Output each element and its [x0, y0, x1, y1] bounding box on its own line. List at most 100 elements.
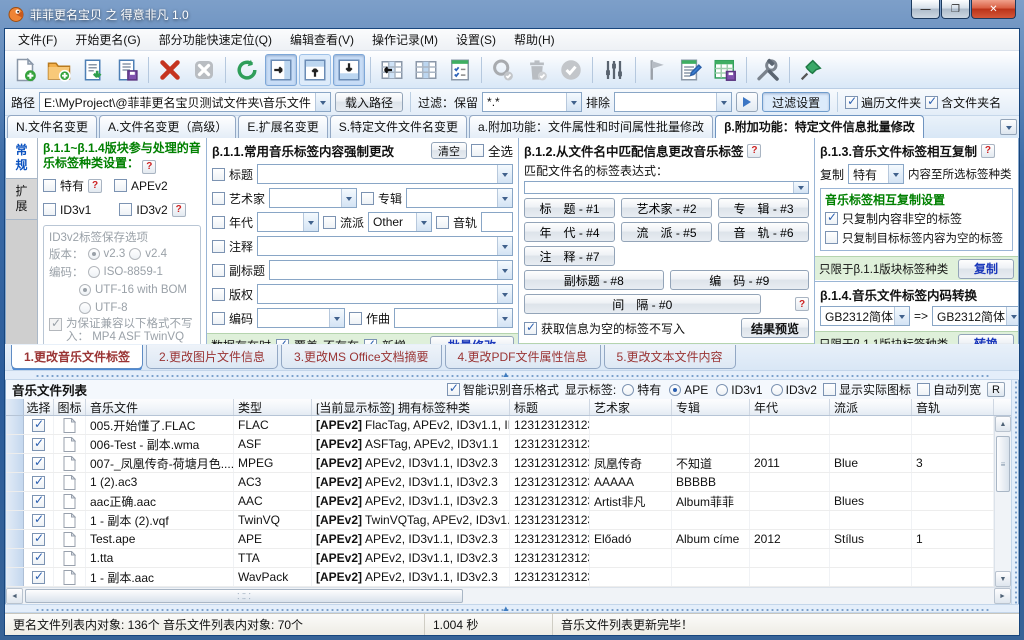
chevron-down-icon[interactable]	[497, 165, 512, 183]
flag-button[interactable]	[641, 54, 673, 86]
chevron-down-icon[interactable]	[416, 213, 431, 231]
table-save-button[interactable]	[709, 54, 741, 86]
exclude-filter-value[interactable]	[615, 93, 716, 111]
show-tag-radio-2[interactable]	[716, 384, 728, 396]
row-check-cell[interactable]	[24, 435, 54, 453]
main-tab-4[interactable]: a.附加功能：文件属性和时间属性批量修改	[469, 115, 713, 138]
b12-preview-button[interactable]: 结果预览	[741, 318, 809, 338]
row-checkbox[interactable]	[32, 571, 45, 584]
show-tag-option-3[interactable]: ID3v2	[771, 383, 817, 397]
encoding-utf8-radio[interactable]	[79, 302, 91, 314]
chevron-down-icon[interactable]	[497, 285, 512, 303]
b12-tag-button-7[interactable]: 副标题 - #8	[524, 270, 664, 290]
main-tab-3[interactable]: S.特定文件文件名变更	[330, 115, 467, 138]
chevron-down-icon[interactable]	[497, 237, 512, 255]
sub-tab-3[interactable]: 4.更改PDF文件属性信息	[445, 345, 601, 369]
row-checkbox[interactable]	[32, 514, 45, 527]
b12-tag-button-4[interactable]: 流 派 - #5	[621, 222, 712, 242]
panel-right-button[interactable]	[265, 54, 297, 86]
b11-year-value[interactable]	[258, 213, 303, 231]
row-checkbox[interactable]	[32, 438, 45, 451]
columns-move-left-button[interactable]	[376, 54, 408, 86]
tools-button[interactable]	[752, 54, 784, 86]
b13-source-combo[interactable]: 特有	[848, 164, 904, 184]
kind-proprietary-checkbox[interactable]	[43, 179, 56, 192]
b11-track-input[interactable]	[481, 212, 513, 232]
show-tag-option-0[interactable]: 特有	[622, 381, 661, 398]
tab-overflow-button[interactable]	[1000, 119, 1017, 135]
column-header-4[interactable]: [当前显示标签] 拥有标签种类	[312, 399, 510, 415]
b12-help-icon[interactable]	[795, 297, 809, 311]
vertical-splitter[interactable]	[1011, 380, 1019, 604]
horizontal-splitter-top[interactable]	[5, 370, 1019, 380]
row-checkbox[interactable]	[32, 533, 45, 546]
chevron-down-icon[interactable]	[894, 307, 909, 325]
show-tag-option-2[interactable]: ID3v1	[716, 383, 762, 397]
column-header-8[interactable]: 年代	[750, 399, 830, 415]
table-row-5[interactable]: 1 - 副本 (2).vqfTwinVQ[APEv2]TwinVQTag, AP…	[6, 511, 994, 530]
b11-album-value[interactable]	[407, 189, 497, 207]
b11-encoder-checkbox[interactable]	[212, 312, 225, 325]
b11-year-checkbox[interactable]	[212, 216, 225, 229]
row-selector[interactable]	[6, 435, 24, 453]
b13-opt2-checkbox[interactable]	[825, 231, 838, 244]
row-check-cell[interactable]	[24, 568, 54, 586]
chevron-down-icon[interactable]	[716, 93, 731, 111]
scroll-right-button[interactable]: ►	[994, 588, 1011, 604]
b11-artist-combo[interactable]	[269, 188, 357, 208]
b13-opt1-checkbox[interactable]	[825, 212, 838, 225]
pin-button[interactable]	[795, 54, 827, 86]
b12-expression-combo[interactable]	[524, 181, 809, 194]
main-tab-2[interactable]: E.扩展名变更	[238, 115, 327, 138]
b11-track-checkbox[interactable]	[436, 216, 449, 229]
b11-artist-checkbox[interactable]	[212, 192, 225, 205]
filter-sliders-button[interactable]	[598, 54, 630, 86]
column-header-10[interactable]: 音轨	[912, 399, 994, 415]
table-row-2[interactable]: 007-_凤凰传奇-荷塘月色....MPEG[APEv2]APEv2, ID3v…	[6, 454, 994, 473]
help-icon[interactable]	[747, 144, 761, 158]
version-v23-radio[interactable]	[88, 248, 100, 260]
row-checkbox[interactable]	[32, 495, 45, 508]
b11-track-value[interactable]	[482, 213, 512, 231]
real-icons-checkbox[interactable]	[823, 383, 836, 396]
chevron-down-icon[interactable]	[303, 213, 318, 231]
real-icons-option[interactable]: 显示实际图标	[823, 381, 911, 398]
main-tab-0[interactable]: N.文件名变更	[7, 115, 97, 138]
column-header-0[interactable]: 选择	[24, 399, 54, 415]
table-row-8[interactable]: 1 - 副本.aacWavPack[APEv2]APEv2, ID3v1.1, …	[6, 568, 994, 587]
menu-item-1[interactable]: 开始更名(G)	[66, 29, 149, 50]
row-selector[interactable]	[6, 530, 24, 548]
row-check-cell[interactable]	[24, 454, 54, 472]
table-row-6[interactable]: Test.apeAPE[APEv2]APEv2, ID3v1.1, ID3v2.…	[6, 530, 994, 549]
maximize-button[interactable]: ❐	[941, 0, 970, 19]
checklist-button[interactable]	[444, 54, 476, 86]
menu-item-3[interactable]: 编辑查看(V)	[281, 29, 363, 50]
smart-detect-option[interactable]: 智能识别音乐格式	[447, 381, 559, 398]
b11-select-all-checkbox[interactable]	[471, 144, 484, 157]
b11-composer-combo[interactable]	[394, 308, 513, 328]
horizontal-scrollbar[interactable]: ◄ ⸬⸬ ►	[6, 587, 1011, 604]
trash-verify-button[interactable]	[521, 54, 553, 86]
row-selector[interactable]	[6, 454, 24, 472]
row-checkbox[interactable]	[32, 419, 45, 432]
b11-title-checkbox[interactable]	[212, 168, 225, 181]
apply-filter-button[interactable]	[736, 92, 758, 112]
compat-checkbox[interactable]	[49, 318, 62, 331]
add-folder-button[interactable]	[43, 54, 75, 86]
b12-tag-button-2[interactable]: 专 辑 - #3	[718, 198, 809, 218]
b11-encoder-combo[interactable]	[257, 308, 345, 328]
kind-apev2-checkbox[interactable]	[114, 179, 127, 192]
b14-from-value[interactable]: GB2312简体	[821, 307, 894, 325]
chevron-down-icon[interactable]	[341, 189, 356, 207]
b14-convert-button[interactable]: 转换	[958, 334, 1014, 345]
b11-overwrite-checkbox[interactable]	[276, 339, 289, 344]
b11-subtitle-combo[interactable]	[269, 260, 513, 280]
b11-clear-button[interactable]: 清空	[431, 142, 467, 159]
b11-addnew-checkbox[interactable]	[364, 339, 377, 344]
b12-expression-value[interactable]	[525, 182, 793, 193]
table-row-3[interactable]: 1 (2).ac3AC3[APEv2]APEv2, ID3v1.1, ID3v2…	[6, 473, 994, 492]
b12-tag-button-0[interactable]: 标 题 - #1	[524, 198, 615, 218]
main-tab-1[interactable]: A.文件名变更（高级）	[99, 115, 236, 138]
b11-year-combo[interactable]	[257, 212, 319, 232]
b14-to-value[interactable]: GB2312简体	[933, 307, 1006, 325]
